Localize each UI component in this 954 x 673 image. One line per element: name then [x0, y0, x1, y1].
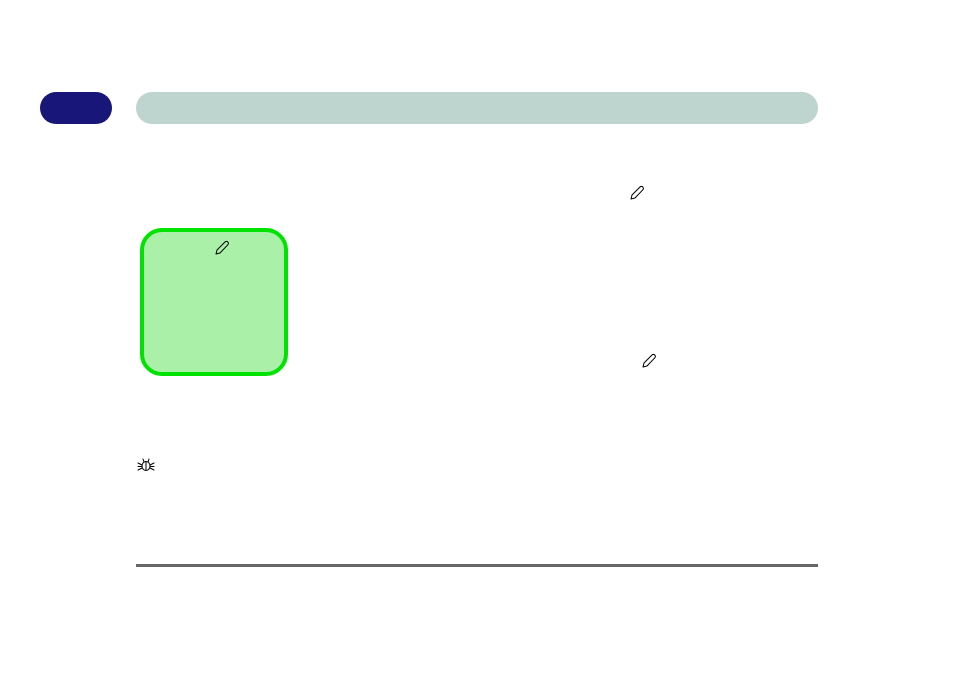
header-badge [40, 92, 112, 124]
pen-icon[interactable] [629, 185, 645, 201]
highlight-panel [140, 228, 288, 376]
header-bar [136, 92, 818, 124]
pen-icon[interactable] [214, 240, 230, 256]
pen-icon[interactable] [641, 353, 657, 369]
bug-icon[interactable] [137, 455, 155, 473]
divider [136, 564, 818, 567]
